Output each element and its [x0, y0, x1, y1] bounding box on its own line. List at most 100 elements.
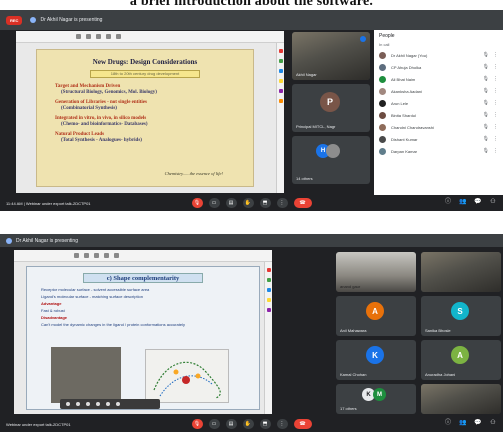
mic-icon[interactable]: 🎙	[483, 52, 489, 58]
mic-icon[interactable]: 🎙	[483, 88, 489, 94]
present-icon	[6, 237, 12, 244]
activities-icon[interactable]: ⚇	[489, 419, 497, 427]
participant-tile[interactable]: H 14 others	[292, 136, 370, 184]
captions-button[interactable]: ▤	[225, 198, 237, 208]
mic-off-button[interactable]: 🎙	[191, 419, 203, 429]
info-icon[interactable]: ⓘ	[444, 198, 452, 206]
camera-button[interactable]: ▭	[208, 419, 220, 429]
pen-tool-icon[interactable]	[96, 402, 100, 406]
people-icon[interactable]: 👥	[459, 198, 467, 206]
avatar: P	[320, 92, 340, 112]
pen-tool-icon[interactable]	[66, 402, 70, 406]
toolbar-icon[interactable]	[104, 253, 109, 258]
camera-button[interactable]: ▭	[208, 198, 220, 208]
participant-tile[interactable]	[421, 252, 501, 292]
chat-icon[interactable]: 💬	[474, 198, 482, 206]
pen-icon[interactable]	[278, 49, 283, 53]
mic-icon	[360, 36, 366, 42]
more-icon[interactable]: ⋮	[493, 112, 498, 118]
pen-tool-icon[interactable]	[86, 402, 90, 406]
mic-icon[interactable]: 🎙	[483, 64, 489, 70]
participant-tile[interactable]	[421, 384, 501, 414]
participant-name: Anuradha Johani	[425, 372, 456, 377]
captions-button[interactable]: ▤	[225, 419, 237, 429]
eraser-icon[interactable]	[278, 99, 283, 103]
person-row[interactable]: Darpan Kamar 🎙 ⋮	[374, 145, 503, 157]
marker-icon[interactable]	[266, 298, 271, 302]
highlighter-icon[interactable]	[266, 278, 271, 282]
shape-icon[interactable]	[266, 288, 271, 292]
participant-name: Anil Mahawara	[340, 328, 367, 333]
participant-tile[interactable]: anand gaur	[336, 252, 416, 292]
pen-tool-icon[interactable]	[106, 402, 110, 406]
present-button[interactable]: ⬒	[259, 419, 271, 429]
toolbar-icon[interactable]	[74, 253, 79, 258]
toolbar-icon[interactable]	[86, 34, 91, 39]
end-call-button[interactable]: ☎	[293, 419, 312, 429]
recording-badge: REC	[6, 15, 23, 25]
more-options-button[interactable]: ⋮	[276, 419, 288, 429]
end-call-button[interactable]: ☎	[293, 198, 312, 208]
person-row[interactable]: Dishant Kumar 🎙 ⋮	[374, 133, 503, 145]
participant-tile[interactable]: K Kamal Chohan	[336, 340, 416, 380]
shape-icon[interactable]	[278, 69, 283, 73]
participant-tile[interactable]: S Sanika Bhosle	[421, 296, 501, 336]
person-row[interactable]: Ali Bhat Naim 🎙 ⋮	[374, 73, 503, 85]
slide-heading: Advantage	[41, 301, 62, 306]
toolbar-icon[interactable]	[76, 34, 81, 39]
pen-icon[interactable]	[266, 268, 271, 272]
pen-tool-icon[interactable]	[116, 402, 120, 406]
more-options-button[interactable]: ⋮	[276, 198, 288, 208]
mic-icon[interactable]: 🎙	[483, 100, 489, 106]
mic-icon[interactable]: 🎙	[483, 148, 489, 154]
info-icon[interactable]: ⓘ	[444, 419, 452, 427]
mic-icon[interactable]: 🎙	[483, 136, 489, 142]
more-icon[interactable]: ⋮	[493, 76, 498, 82]
present-button[interactable]: ⬒	[259, 198, 271, 208]
toolbar-icon[interactable]	[116, 34, 121, 39]
meeting-title: Webinar under export talk-2DCTP01	[6, 421, 71, 427]
mic-off-button[interactable]: 🎙	[191, 198, 203, 208]
toolbar-icon[interactable]	[94, 253, 99, 258]
person-row[interactable]: Chandni Chandravanshi 🎙 ⋮	[374, 121, 503, 133]
participant-tile[interactable]: P Principal MITCL, Nagr	[292, 84, 370, 132]
person-row[interactable]: Binita Shardul 🎙 ⋮	[374, 109, 503, 121]
toolbar-icon[interactable]	[84, 253, 89, 258]
mic-icon[interactable]: 🎙	[483, 76, 489, 82]
slide-bullet: Natural Product Leads (Total Synthesis -…	[55, 132, 142, 143]
mic-icon[interactable]: 🎙	[483, 112, 489, 118]
avatar: S	[451, 302, 469, 320]
marker-icon[interactable]	[278, 79, 283, 83]
highlighter-icon[interactable]	[278, 59, 283, 63]
activities-icon[interactable]: ⚇	[489, 198, 497, 206]
toolbar-icon[interactable]	[114, 253, 119, 258]
text-icon[interactable]	[278, 89, 283, 93]
avatar: K	[366, 346, 384, 364]
raise-hand-button[interactable]: ✋	[242, 198, 254, 208]
person-row[interactable]: CP Ahuja Dholka 🎙 ⋮	[374, 61, 503, 73]
participant-tile[interactable]: A Anuradha Johani	[421, 340, 501, 380]
more-icon[interactable]: ⋮	[493, 64, 498, 70]
participant-tile[interactable]: A Anil Mahawara	[336, 296, 416, 336]
slide-bullet: Can't model the dynamic changes in the l…	[41, 322, 185, 327]
people-icon[interactable]: 👥	[459, 419, 467, 427]
text-icon[interactable]	[266, 308, 271, 312]
more-icon[interactable]: ⋮	[493, 148, 498, 154]
person-row[interactable]: Dr Akhil Nagar (You) 🎙 ⋮	[374, 49, 503, 61]
presentation-slide: c) Shape complementarity Receptor molecu…	[26, 266, 260, 410]
mic-icon[interactable]: 🎙	[483, 124, 489, 130]
more-icon[interactable]: ⋮	[493, 100, 498, 106]
more-icon[interactable]: ⋮	[493, 136, 498, 142]
person-row[interactable]: Arun Lele 🎙 ⋮	[374, 97, 503, 109]
more-icon[interactable]: ⋮	[493, 124, 498, 130]
toolbar-icon[interactable]	[106, 34, 111, 39]
person-row[interactable]: Akanksha Aadani 🎙 ⋮	[374, 85, 503, 97]
participant-tile[interactable]: K M 17 others	[336, 384, 416, 414]
more-icon[interactable]: ⋮	[493, 88, 498, 94]
raise-hand-button[interactable]: ✋	[242, 419, 254, 429]
participant-tile[interactable]: Akhil Nagar	[292, 32, 370, 80]
chat-icon[interactable]: 💬	[474, 419, 482, 427]
pen-tool-icon[interactable]	[76, 402, 80, 406]
toolbar-icon[interactable]	[96, 34, 101, 39]
more-icon[interactable]: ⋮	[493, 52, 498, 58]
